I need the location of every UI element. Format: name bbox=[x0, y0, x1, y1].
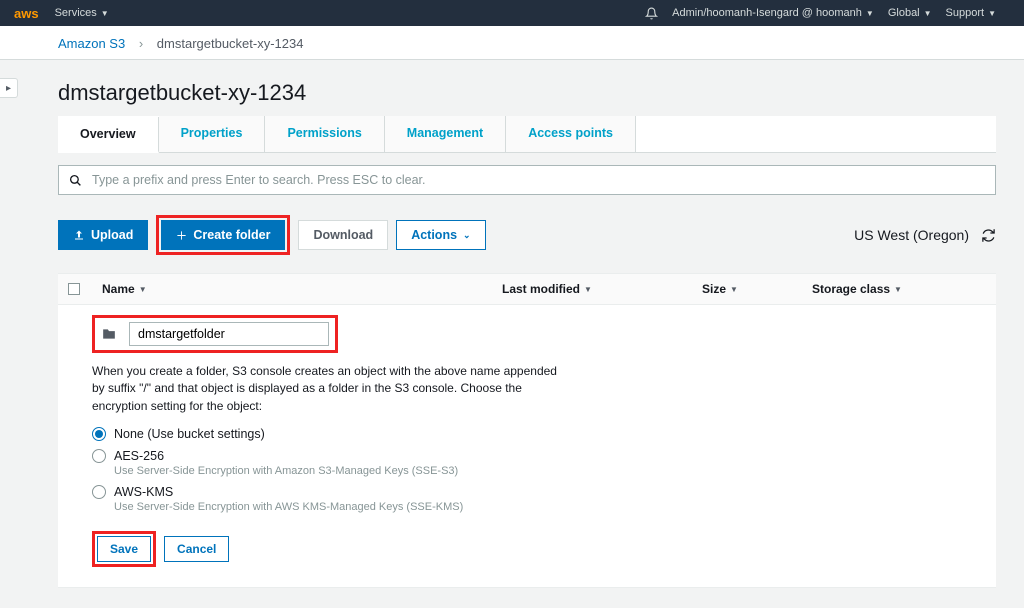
search-bar[interactable] bbox=[58, 165, 996, 195]
actions-dropdown[interactable]: Actions ⌄ bbox=[396, 220, 485, 250]
cancel-button[interactable]: Cancel bbox=[164, 536, 229, 562]
create-folder-button[interactable]: Create folder bbox=[161, 220, 285, 250]
search-input[interactable] bbox=[92, 173, 985, 187]
download-label: Download bbox=[313, 228, 373, 242]
tab-access-points[interactable]: Access points bbox=[506, 116, 636, 152]
save-button[interactable]: Save bbox=[97, 536, 151, 562]
save-cancel-row: Save Cancel bbox=[92, 531, 996, 567]
option-none-label: None (Use bucket settings) bbox=[114, 427, 265, 441]
region-label: Global bbox=[888, 7, 920, 19]
option-aes-sub: Use Server-Side Encryption with Amazon S… bbox=[114, 465, 996, 477]
option-kms-label: AWS-KMS bbox=[114, 485, 173, 499]
refresh-icon[interactable] bbox=[981, 228, 996, 243]
actions-label: Actions bbox=[411, 228, 457, 242]
highlight-folder-input bbox=[92, 315, 338, 353]
create-folder-label: Create folder bbox=[193, 228, 270, 242]
tab-overview[interactable]: Overview bbox=[58, 117, 159, 153]
object-table: Name▼ Last modified▼ Size▼ Storage class… bbox=[58, 273, 996, 588]
radio-icon bbox=[92, 485, 106, 499]
top-nav: aws Services ▼ Admin/hoomanh-Isengard @ … bbox=[0, 0, 1024, 26]
folder-help-text: When you create a folder, S3 console cre… bbox=[92, 363, 572, 415]
column-size[interactable]: Size▼ bbox=[702, 282, 812, 296]
radio-icon bbox=[92, 427, 106, 441]
region-menu[interactable]: Global ▼ bbox=[888, 7, 932, 19]
encryption-option-none[interactable]: None (Use bucket settings) bbox=[92, 427, 996, 441]
caret-down-icon: ▼ bbox=[730, 285, 738, 294]
folder-name-input[interactable] bbox=[129, 322, 329, 346]
search-icon bbox=[69, 174, 82, 187]
caret-down-icon: ⌄ bbox=[463, 230, 471, 241]
sidebar-toggle[interactable]: ▸ bbox=[0, 78, 18, 98]
option-aes-label: AES-256 bbox=[114, 449, 164, 463]
upload-icon bbox=[73, 229, 85, 241]
select-all-checkbox[interactable] bbox=[68, 283, 102, 295]
account-menu[interactable]: Admin/hoomanh-Isengard @ hoomanh ▼ bbox=[672, 7, 874, 19]
action-row: Upload Create folder Download Actions ⌄ … bbox=[58, 215, 996, 255]
column-name[interactable]: Name▼ bbox=[102, 282, 502, 296]
column-last-modified[interactable]: Last modified▼ bbox=[502, 282, 702, 296]
region-display: US West (Oregon) bbox=[854, 227, 969, 243]
highlight-save: Save bbox=[92, 531, 156, 567]
aws-logo[interactable]: aws bbox=[14, 6, 39, 21]
tab-permissions[interactable]: Permissions bbox=[265, 116, 384, 152]
support-menu[interactable]: Support ▼ bbox=[946, 7, 996, 19]
option-kms-sub: Use Server-Side Encryption with AWS KMS-… bbox=[114, 501, 996, 513]
download-button: Download bbox=[298, 220, 388, 250]
plus-icon bbox=[176, 230, 187, 241]
caret-down-icon: ▼ bbox=[584, 285, 592, 294]
bell-icon[interactable] bbox=[645, 7, 658, 20]
services-menu[interactable]: Services ▼ bbox=[55, 7, 109, 19]
encryption-option-kms[interactable]: AWS-KMS bbox=[92, 485, 996, 499]
breadcrumb-separator: › bbox=[139, 36, 143, 51]
radio-icon bbox=[92, 449, 106, 463]
column-storage-class[interactable]: Storage class▼ bbox=[812, 282, 986, 296]
highlight-create-folder: Create folder bbox=[156, 215, 290, 255]
encryption-options: None (Use bucket settings) AES-256 Use S… bbox=[92, 427, 996, 513]
caret-down-icon: ▼ bbox=[139, 285, 147, 294]
folder-icon bbox=[101, 327, 117, 341]
upload-label: Upload bbox=[91, 228, 133, 242]
tab-management[interactable]: Management bbox=[385, 116, 506, 152]
main-content: dmstargetbucket-xy-1234 Overview Propert… bbox=[30, 60, 1024, 608]
encryption-option-aes[interactable]: AES-256 bbox=[92, 449, 996, 463]
breadcrumb-current: dmstargetbucket-xy-1234 bbox=[157, 36, 304, 51]
caret-down-icon: ▼ bbox=[866, 9, 874, 18]
caret-down-icon: ▼ bbox=[924, 9, 932, 18]
tabs: Overview Properties Permissions Manageme… bbox=[58, 116, 996, 153]
page-title: dmstargetbucket-xy-1234 bbox=[58, 80, 996, 106]
caret-down-icon: ▼ bbox=[988, 9, 996, 18]
caret-down-icon: ▼ bbox=[101, 9, 109, 18]
upload-button[interactable]: Upload bbox=[58, 220, 148, 250]
caret-down-icon: ▼ bbox=[894, 285, 902, 294]
tab-properties[interactable]: Properties bbox=[159, 116, 266, 152]
account-label: Admin/hoomanh-Isengard @ hoomanh bbox=[672, 7, 862, 19]
table-header: Name▼ Last modified▼ Size▼ Storage class… bbox=[58, 273, 996, 305]
breadcrumb-root[interactable]: Amazon S3 bbox=[58, 36, 125, 51]
services-label: Services bbox=[55, 7, 97, 19]
breadcrumb: Amazon S3 › dmstargetbucket-xy-1234 bbox=[0, 26, 1024, 60]
support-label: Support bbox=[946, 7, 985, 19]
create-folder-panel: When you create a folder, S3 console cre… bbox=[58, 305, 996, 588]
